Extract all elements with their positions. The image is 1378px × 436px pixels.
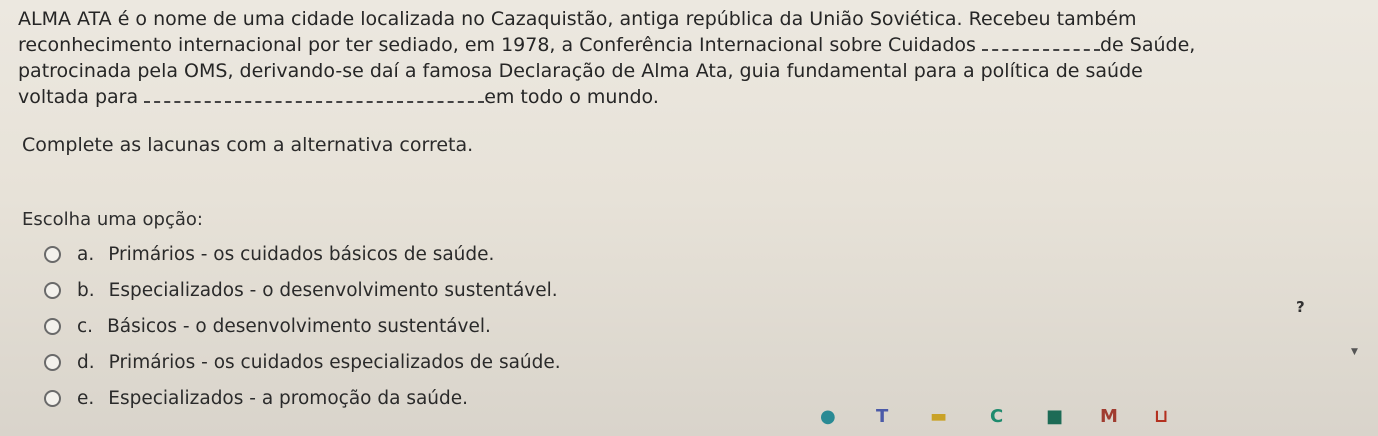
radio-button[interactable] bbox=[44, 245, 61, 263]
browser-icon[interactable]: C bbox=[990, 406, 1003, 427]
option-d[interactable]: d. Primários - os cuidados especializado… bbox=[44, 344, 561, 380]
mail-icon[interactable]: ⊔ bbox=[1154, 406, 1168, 427]
option-b[interactable]: b. Especializados - o desenvolvimento su… bbox=[44, 272, 561, 308]
blank-2 bbox=[144, 87, 485, 103]
question-line-4-end: em todo o mundo. bbox=[484, 86, 659, 108]
taskbar: ● T ▬ C ■ M ⊔ bbox=[0, 398, 1378, 436]
folder-icon[interactable]: ▬ bbox=[930, 406, 947, 427]
option-letter: d. bbox=[77, 351, 95, 373]
choose-option-prompt: Escolha uma opção: bbox=[22, 209, 203, 230]
chevron-down-icon: ▼ bbox=[1351, 347, 1358, 357]
option-letter: b. bbox=[77, 279, 95, 301]
option-text: Primários - os cuidados básicos de saúde… bbox=[108, 243, 495, 265]
help-icon[interactable]: ? bbox=[1296, 298, 1305, 316]
question-line-2-end: de Saúde, bbox=[1099, 34, 1196, 56]
answer-options: a. Primários - os cuidados básicos de sa… bbox=[44, 236, 561, 416]
teams-icon[interactable]: T bbox=[876, 406, 888, 427]
app-icon-2[interactable]: M bbox=[1100, 406, 1118, 427]
blank-1 bbox=[981, 35, 1100, 51]
question-line-1: ALMA ATA é o nome de uma cidade localiza… bbox=[18, 8, 1137, 30]
option-text: Básicos - o desenvolvimento sustentável. bbox=[107, 315, 491, 337]
question-line: reconhecimento internacional por ter sed… bbox=[18, 32, 1348, 58]
store-icon[interactable]: ■ bbox=[1046, 406, 1063, 427]
question-line: patrocinada pela OMS, derivando-se daí a… bbox=[18, 58, 1348, 84]
option-text: Primários - os cuidados especializados d… bbox=[108, 351, 561, 373]
instruction-text: Complete as lacunas com a alternativa co… bbox=[22, 134, 474, 156]
option-letter: a. bbox=[77, 243, 95, 265]
radio-button[interactable] bbox=[44, 281, 61, 299]
option-letter: c. bbox=[77, 315, 94, 337]
question-line-2-start: reconhecimento internacional por ter sed… bbox=[18, 34, 982, 56]
app-icon-1[interactable]: ● bbox=[820, 406, 836, 427]
question-text: ALMA ATA é o nome de uma cidade localiza… bbox=[18, 6, 1348, 110]
question-line: voltada para em todo o mundo. bbox=[18, 84, 1348, 110]
radio-button[interactable] bbox=[44, 317, 61, 335]
option-c[interactable]: c. Básicos - o desenvolvimento sustentáv… bbox=[44, 308, 561, 344]
option-a[interactable]: a. Primários - os cuidados básicos de sa… bbox=[44, 236, 561, 272]
question-line: ALMA ATA é o nome de uma cidade localiza… bbox=[18, 6, 1348, 32]
option-text: Especializados - o desenvolvimento suste… bbox=[108, 279, 558, 301]
radio-button[interactable] bbox=[44, 353, 61, 371]
question-line-3: patrocinada pela OMS, derivando-se daí a… bbox=[18, 60, 1143, 82]
question-line-4-start: voltada para bbox=[18, 86, 145, 108]
